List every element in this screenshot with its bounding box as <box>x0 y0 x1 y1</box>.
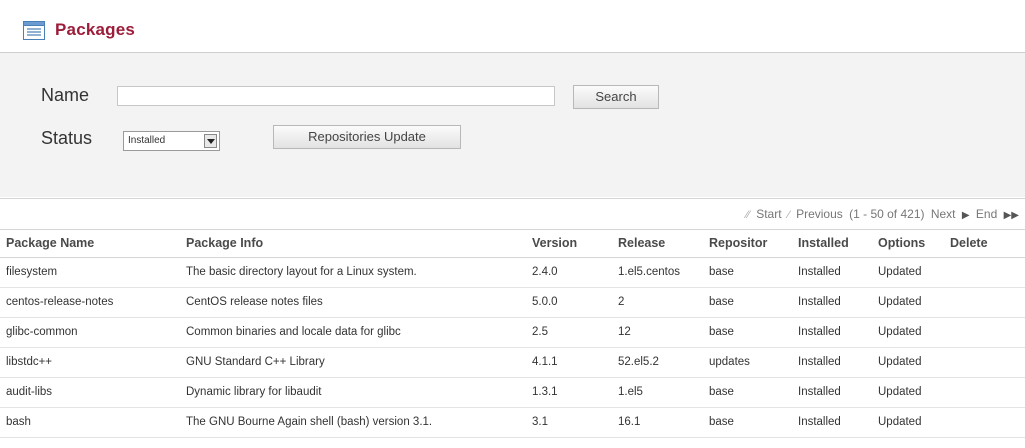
cell-repository: base <box>703 317 792 348</box>
cell-delete[interactable] <box>944 317 1025 348</box>
table-row: glibc-common Common binaries and locale … <box>0 317 1025 348</box>
name-search-input[interactable] <box>117 86 555 106</box>
cell-repository: base <box>703 377 792 408</box>
column-header-package-info[interactable]: Package Info <box>180 229 526 258</box>
package-list-icon <box>23 21 45 40</box>
dropdown-arrow-icon <box>204 134 217 148</box>
cell-package-name: bash <box>0 407 180 438</box>
cell-options[interactable]: Updated <box>872 317 944 348</box>
cell-installed: Installed <box>792 287 872 318</box>
cell-package-name: libstdc++ <box>0 347 180 378</box>
cell-package-info: CentOS release notes files <box>180 287 526 318</box>
name-label: Name <box>41 85 90 105</box>
cell-delete[interactable] <box>944 257 1025 288</box>
column-header-delete[interactable]: Delete <box>944 229 1025 258</box>
cell-delete[interactable] <box>944 347 1025 378</box>
cell-installed: Installed <box>792 317 872 348</box>
cell-version: 2.4.0 <box>526 257 612 288</box>
pager-range: (1 - 50 of 421) <box>849 207 925 221</box>
column-header-installed[interactable]: Installed <box>792 229 872 258</box>
table-row: bash The GNU Bourne Again shell (bash) v… <box>0 407 1025 438</box>
start-icon: ⁄⁄ <box>746 209 750 221</box>
cell-repository: updates <box>703 347 792 378</box>
status-selected-value: Installed <box>128 135 166 146</box>
cell-version: 4.1.1 <box>526 347 612 378</box>
cell-package-info: Dynamic library for libaudit <box>180 377 526 408</box>
next-icon: ▶ <box>961 210 970 221</box>
cell-release: 12 <box>612 317 703 348</box>
pagination-bar: ⁄⁄ Start ⁄ Previous (1 - 50 of 421) Next… <box>0 198 1025 230</box>
cell-delete[interactable] <box>944 287 1025 318</box>
pager-end-link[interactable]: End <box>976 207 997 221</box>
table-row: filesystem The basic directory layout fo… <box>0 257 1025 288</box>
cell-installed: Installed <box>792 347 872 378</box>
pager-start-link[interactable]: Start <box>756 207 781 221</box>
cell-release: 52.el5.2 <box>612 347 703 378</box>
end-icon: ▶▶ <box>1003 210 1019 221</box>
cell-release: 16.1 <box>612 407 703 438</box>
cell-installed: Installed <box>792 377 872 408</box>
cell-package-name: filesystem <box>0 257 180 288</box>
table-row: libstdc++ GNU Standard C++ Library 4.1.1… <box>0 347 1025 378</box>
cell-repository: base <box>703 407 792 438</box>
table-header-row: Package Name Package Info Version Releas… <box>0 229 1025 258</box>
page-header: Packages <box>0 0 1025 53</box>
status-select[interactable]: Installed <box>123 131 220 151</box>
cell-options[interactable]: Updated <box>872 257 944 288</box>
column-header-repository[interactable]: Repositor <box>703 229 792 258</box>
cell-release: 1.el5.centos <box>612 257 703 288</box>
cell-package-info: The basic directory layout for a Linux s… <box>180 257 526 288</box>
cell-package-name: glibc-common <box>0 317 180 348</box>
column-header-release[interactable]: Release <box>612 229 703 258</box>
column-header-options[interactable]: Options <box>872 229 944 258</box>
pager-next-link[interactable]: Next <box>931 207 956 221</box>
cell-options[interactable]: Updated <box>872 347 944 378</box>
repositories-update-button[interactable]: Repositories Update <box>273 125 461 149</box>
previous-icon: ⁄ <box>787 209 790 221</box>
cell-installed: Installed <box>792 407 872 438</box>
search-button[interactable]: Search <box>573 85 659 109</box>
status-label: Status <box>41 128 93 148</box>
table-row: centos-release-notes CentOS release note… <box>0 287 1025 318</box>
column-header-version[interactable]: Version <box>526 229 612 258</box>
cell-version: 1.3.1 <box>526 377 612 408</box>
cell-package-info: GNU Standard C++ Library <box>180 347 526 378</box>
cell-release: 1.el5 <box>612 377 703 408</box>
column-header-package-name[interactable]: Package Name <box>0 229 180 258</box>
cell-options[interactable]: Updated <box>872 377 944 408</box>
cell-installed: Installed <box>792 257 872 288</box>
page-title: Packages <box>55 20 136 39</box>
cell-package-info: Common binaries and locale data for glib… <box>180 317 526 348</box>
filter-panel <box>0 53 1025 197</box>
cell-repository: base <box>703 287 792 318</box>
cell-options[interactable]: Updated <box>872 287 944 318</box>
cell-delete[interactable] <box>944 377 1025 408</box>
cell-options[interactable]: Updated <box>872 407 944 438</box>
cell-repository: base <box>703 257 792 288</box>
pager-previous-link[interactable]: Previous <box>796 207 843 221</box>
cell-delete[interactable] <box>944 407 1025 438</box>
packages-table: Package Name Package Info Version Releas… <box>0 229 1025 438</box>
cell-version: 2.5 <box>526 317 612 348</box>
cell-version: 5.0.0 <box>526 287 612 318</box>
cell-package-name: centos-release-notes <box>0 287 180 318</box>
cell-package-info: The GNU Bourne Again shell (bash) versio… <box>180 407 526 438</box>
cell-version: 3.1 <box>526 407 612 438</box>
cell-release: 2 <box>612 287 703 318</box>
table-row: audit-libs Dynamic library for libaudit … <box>0 377 1025 408</box>
cell-package-name: audit-libs <box>0 377 180 408</box>
